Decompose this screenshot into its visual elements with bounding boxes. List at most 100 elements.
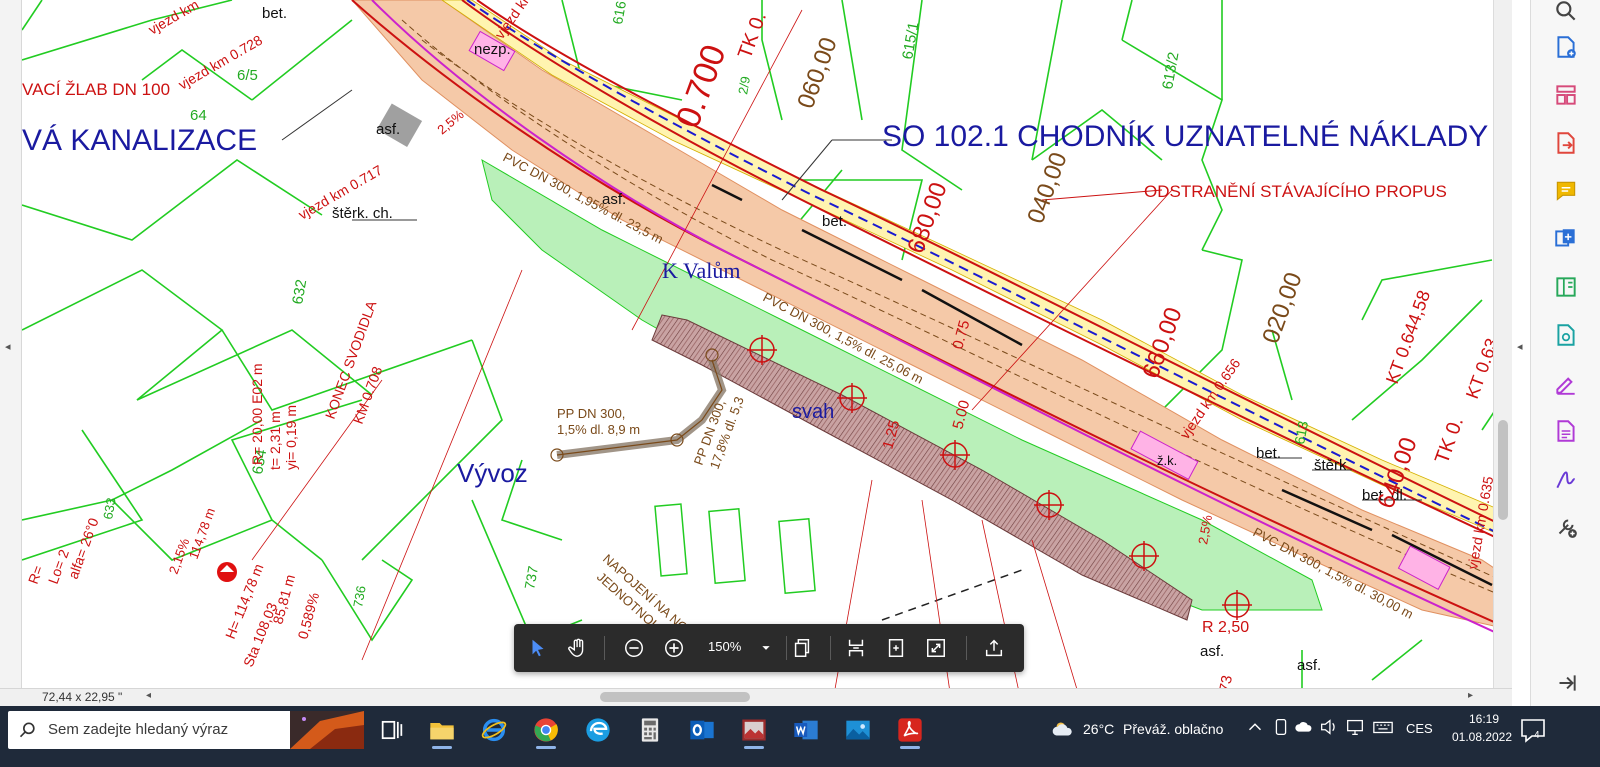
app-window: ◂ SO 102.1 CHODNÍK UZNATELNÉ NÁKLADY VÁ … — [0, 0, 1600, 767]
cad-label: 680,00 — [902, 179, 952, 257]
cad-label: Vývoz — [457, 458, 528, 488]
taskbar-search-placeholder[interactable]: Sem zadejte hledaný výraz — [48, 721, 228, 738]
cad-label: asf. — [376, 121, 400, 138]
expand-left-panel-icon[interactable]: ◂ — [5, 340, 17, 356]
collapse-tools-icon[interactable] — [1541, 666, 1591, 700]
network-icon[interactable] — [1344, 716, 1366, 738]
cad-label: 64 — [190, 107, 207, 124]
full-screen-icon[interactable] — [920, 632, 952, 664]
cad-label: 6/5 — [237, 67, 258, 84]
select-tool-icon[interactable] — [522, 632, 554, 664]
create-pdf-icon[interactable] — [1541, 30, 1591, 64]
street-name: K Valům — [662, 258, 740, 283]
cad-label: 615/1 — [899, 21, 922, 61]
status-bar — [0, 688, 1512, 706]
cad-label: R= 20,00 E02 m — [249, 363, 265, 465]
cad-label: 85,81 m — [269, 573, 298, 626]
cad-label: alfa= 26°0 — [65, 516, 102, 581]
edge-icon[interactable] — [576, 710, 620, 750]
cad-label: nezp. — [474, 41, 511, 58]
weather-description[interactable]: Převáž. oblačno — [1123, 721, 1223, 737]
device-icon[interactable] — [1270, 716, 1292, 738]
cad-label: 616 — [609, 0, 629, 26]
chrome-icon[interactable] — [524, 710, 568, 750]
scan-ocr-icon[interactable] — [1541, 318, 1591, 352]
cad-label: asf. — [1200, 643, 1224, 660]
cad-label: VACÍ ŽLAB DN 100 — [22, 80, 170, 99]
notification-center-icon[interactable] — [1518, 716, 1548, 744]
word-icon[interactable] — [784, 710, 828, 750]
keyboard-icon[interactable] — [1372, 716, 1394, 738]
task-view-icon[interactable] — [370, 710, 414, 750]
export-pdf-icon[interactable] — [1541, 126, 1591, 160]
page-size-readout: 72,44 x 22,95 " — [42, 690, 123, 704]
cad-label: R= — [25, 563, 46, 586]
zoom-level[interactable]: 150% — [708, 639, 741, 654]
hand-tool-icon[interactable] — [562, 632, 594, 664]
show-hidden-icons-chevron-icon[interactable] — [1244, 716, 1266, 738]
request-signature-icon[interactable] — [1541, 462, 1591, 496]
cad-label: asf. — [1297, 657, 1321, 674]
internet-explorer-icon[interactable] — [472, 710, 516, 750]
cad-label: 2/9 — [735, 75, 753, 95]
cad-label: 114,78 m — [186, 506, 218, 561]
zoom-dropdown-chevron-icon[interactable] — [750, 632, 782, 664]
cad-label: 0.700 — [669, 40, 734, 133]
cad-label: ODSTRANĚNÍ STÁVAJÍCÍHO PROPUS — [1144, 182, 1447, 201]
drawing-title: SO 102.1 CHODNÍK UZNATELNÉ NÁKLADY — [882, 120, 1488, 153]
compress-pdf-icon[interactable] — [1541, 270, 1591, 304]
fit-width-icon[interactable] — [840, 632, 872, 664]
cad-label: t= 2,31 m — [267, 411, 283, 470]
onedrive-cloud-icon[interactable] — [1294, 716, 1316, 738]
combine-files-icon[interactable] — [1541, 222, 1591, 256]
edit-pdf-icon[interactable] — [1541, 414, 1591, 448]
cad-label: PP DN 300, — [557, 406, 625, 421]
organize-pages-icon[interactable] — [1541, 78, 1591, 112]
scroll-left-arrow-icon[interactable]: ◂ — [146, 690, 151, 701]
more-tools-icon[interactable] — [1541, 510, 1591, 544]
zoom-in-icon[interactable] — [658, 632, 690, 664]
page-display-icon[interactable] — [786, 632, 818, 664]
cad-label: svah — [792, 401, 834, 423]
cad-drawing: SO 102.1 CHODNÍK UZNATELNÉ NÁKLADY VÁ KA… — [22, 0, 1512, 706]
file-explorer-icon[interactable] — [420, 710, 464, 750]
cad-label: 040,00 — [1022, 149, 1072, 227]
cad-label: 020,00 — [1257, 269, 1307, 347]
floating-toolbar — [514, 624, 1024, 672]
cad-label: KM 0.708 — [350, 364, 386, 426]
clock-date[interactable]: 01.08.2022 — [1446, 730, 1518, 744]
zoom-out-icon[interactable] — [618, 632, 650, 664]
scroll-right-arrow-icon[interactable]: ▸ — [1468, 690, 1473, 701]
photos-icon[interactable] — [836, 710, 880, 750]
cad-label: 060,00 — [792, 34, 842, 112]
kanalizace-label: VÁ KANALIZACE — [22, 124, 257, 157]
comment-icon[interactable] — [1541, 174, 1591, 208]
weather-cloud-icon[interactable] — [1050, 716, 1076, 742]
image-viewer-app-icon[interactable] — [732, 710, 776, 750]
fill-sign-icon[interactable] — [1541, 366, 1591, 400]
notification-count-badge: 4 — [1534, 730, 1540, 741]
clock-time[interactable]: 16:19 — [1456, 712, 1512, 726]
input-language[interactable]: CES — [1406, 721, 1433, 736]
search-tool-icon[interactable] — [1541, 0, 1591, 28]
horizontal-scroll-thumb[interactable] — [600, 692, 750, 702]
share-upload-icon[interactable] — [978, 632, 1010, 664]
outlook-icon[interactable] — [680, 710, 724, 750]
document-canvas[interactable]: SO 102.1 CHODNÍK UZNATELNÉ NÁKLADY VÁ KA… — [22, 0, 1512, 706]
vertical-scrollbar[interactable]: ▾ — [1493, 0, 1512, 706]
fit-page-icon[interactable] — [880, 632, 912, 664]
vertical-scroll-thumb[interactable] — [1498, 420, 1508, 520]
cad-label: 632 — [289, 278, 310, 306]
road-area — [351, 0, 1512, 631]
search-icon — [19, 722, 35, 738]
cad-label: R 2,50 — [1202, 619, 1249, 636]
cad-label: yi= 0,19 m — [283, 405, 299, 470]
weather-temperature[interactable]: 26°C — [1083, 721, 1114, 737]
cad-label: 633 — [100, 497, 119, 521]
acrobat-icon[interactable] — [888, 710, 932, 750]
cad-label: 0,589% — [294, 591, 322, 641]
volume-icon[interactable] — [1318, 716, 1340, 738]
cad-label: vjezd km — [146, 0, 202, 38]
collapse-right-pane-icon[interactable]: ◂ — [1517, 340, 1523, 353]
calculator-icon[interactable] — [628, 710, 672, 750]
